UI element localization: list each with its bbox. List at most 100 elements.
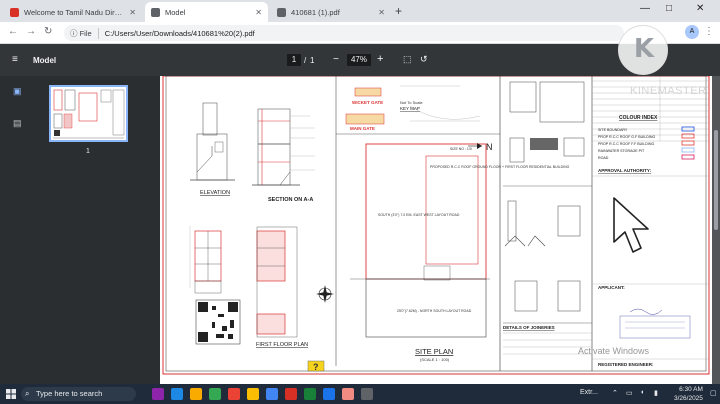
windows-start-icon[interactable] bbox=[6, 389, 16, 399]
tab-favicon bbox=[277, 7, 286, 17]
minimize-button[interactable]: — bbox=[640, 3, 650, 14]
proposed-label: PROPOSED R.C.C ROOF GROUND FLOOR + FIRST… bbox=[430, 165, 570, 169]
volume-icon[interactable]: ◖ bbox=[640, 389, 644, 396]
section-label: SECTION ON A-A bbox=[268, 197, 313, 203]
zoom-in-button[interactable]: + bbox=[377, 53, 383, 65]
road-south-label: SOUTH (3'0") 7.0 EM- EAST WEST LAYOUT RO… bbox=[378, 213, 460, 217]
rotate-icon[interactable]: ↺ bbox=[420, 54, 428, 65]
file-chip[interactable]: ⓘ File bbox=[70, 27, 99, 39]
tab-label: Model bbox=[165, 7, 186, 17]
activate-windows-text: Activate Windows bbox=[578, 346, 650, 356]
page-separator: / bbox=[304, 56, 307, 65]
clock-date: 3/26/2025 bbox=[674, 395, 703, 402]
taskbar-app-icon[interactable] bbox=[304, 388, 316, 400]
tab-model[interactable]: Model ✕ bbox=[145, 2, 268, 22]
tab-pdf[interactable]: 410681 (1).pdf ✕ bbox=[271, 2, 391, 22]
first-floor-plan-drawing bbox=[256, 226, 298, 338]
taskbar-app-icon[interactable] bbox=[152, 388, 164, 400]
tab-favicon bbox=[151, 7, 160, 17]
tab-welcome[interactable]: Welcome to Tamil Nadu Directo ✕ bbox=[4, 2, 142, 22]
main-gate-label: MAIN GATE bbox=[350, 126, 375, 131]
tray-app-label[interactable]: Extr... bbox=[580, 389, 598, 396]
taskbar-app-icon[interactable] bbox=[209, 388, 221, 400]
new-tab-button[interactable]: + bbox=[395, 4, 402, 18]
kinemaster-logo: K bbox=[618, 25, 668, 75]
colour-index-item: SITE BOUNDARY bbox=[598, 128, 628, 132]
maximize-button[interactable]: □ bbox=[666, 3, 672, 14]
page-thumbnail[interactable] bbox=[49, 85, 128, 142]
colour-index-item: RAINWATER STORAGE PIT bbox=[598, 149, 645, 153]
taskbar-app-icon[interactable] bbox=[323, 388, 335, 400]
colour-index-label: COLOUR INDEX bbox=[619, 115, 658, 121]
road-north-label: 25'0"(7.62M) - NORTH SOUTH LAYOUT ROAD bbox=[397, 309, 472, 313]
menu-dots-icon[interactable]: ⋮ bbox=[704, 26, 714, 37]
colour-index-item: ROAD bbox=[598, 156, 609, 160]
battery-icon[interactable]: ▮ bbox=[654, 389, 658, 397]
taskbar-app-icon[interactable] bbox=[171, 388, 183, 400]
chevron-up-icon[interactable]: ⌃ bbox=[612, 389, 618, 397]
close-icon[interactable]: ✕ bbox=[129, 8, 136, 17]
vertical-scrollbar[interactable] bbox=[712, 76, 720, 384]
colour-index-list: SITE BOUNDARY PROP R.C.C ROOF G.F BUILDIN… bbox=[598, 126, 695, 160]
menu-icon[interactable]: ≡ bbox=[12, 54, 18, 65]
network-icon[interactable]: ▭ bbox=[626, 389, 633, 397]
wicket-gate-label: WICKET GATE bbox=[352, 100, 383, 105]
tab-strip: Welcome to Tamil Nadu Directo ✕ Model ✕ … bbox=[0, 0, 720, 22]
colour-swatch bbox=[681, 133, 695, 139]
system-clock[interactable]: 6:30 AM 3/26/2025 bbox=[674, 385, 703, 403]
tab-label: Welcome to Tamil Nadu Directo bbox=[24, 7, 126, 17]
first-floor-plan-label: FIRST FLOOR PLAN bbox=[256, 342, 308, 348]
back-icon[interactable]: ← bbox=[8, 26, 18, 37]
taskbar: ⌕ Type here to search Extr... ⌃ ▭ ◖ ▮ 6:… bbox=[0, 384, 720, 404]
taskbar-app-icon[interactable] bbox=[228, 388, 240, 400]
taskbar-app-icon[interactable] bbox=[342, 388, 354, 400]
key-map bbox=[345, 85, 481, 125]
svg-text:?: ? bbox=[313, 362, 319, 372]
registered-engineer-label: REGISTERED ENGINEER: bbox=[598, 362, 654, 367]
size-note: SIZE NO : 1/0 bbox=[450, 147, 472, 151]
taskbar-app-icon[interactable] bbox=[266, 388, 278, 400]
taskbar-app-icon[interactable] bbox=[247, 388, 259, 400]
engineer-stamp bbox=[619, 308, 691, 339]
thumbnails-icon[interactable]: ▣ bbox=[13, 86, 22, 97]
section-drawing bbox=[252, 108, 315, 186]
avatar[interactable]: A bbox=[685, 25, 699, 39]
elevation-drawing bbox=[190, 102, 235, 181]
close-window-button[interactable]: ✕ bbox=[696, 3, 704, 14]
search-icon: ⌕ bbox=[25, 389, 30, 398]
taskbar-app-icon[interactable] bbox=[190, 388, 202, 400]
ground-floor-plan bbox=[189, 226, 222, 294]
pdf-toolbar: ≡ Model 1 / 1 − 47% + ⬚ ↺ bbox=[0, 44, 720, 76]
mouse-cursor-icon bbox=[613, 197, 649, 253]
page-number-input[interactable]: 1 bbox=[287, 54, 301, 66]
colour-index-item: PROP R.C.C ROOF F.F BUILDING bbox=[598, 142, 654, 146]
close-icon[interactable]: ✕ bbox=[378, 8, 385, 17]
url-text: C:/Users/User/Downloads/410681%20(2).pdf bbox=[104, 28, 255, 38]
colour-swatch bbox=[681, 140, 695, 146]
taskbar-app-icon[interactable] bbox=[361, 388, 373, 400]
approval-authority-label: APPROVAL AUTHORITY: bbox=[598, 168, 652, 173]
notification-icon[interactable]: ▢ bbox=[710, 389, 717, 397]
thumbnail-sidebar: ▣ ▤ 1 bbox=[0, 76, 160, 384]
reload-icon[interactable]: ↻ bbox=[44, 26, 52, 37]
taskbar-search[interactable]: ⌕ Type here to search bbox=[21, 387, 136, 401]
fit-page-icon[interactable]: ⬚ bbox=[403, 54, 412, 65]
taskbar-app-icon[interactable] bbox=[285, 388, 297, 400]
forward-icon[interactable]: → bbox=[26, 26, 36, 37]
thumbnail-preview bbox=[51, 87, 126, 140]
zoom-out-button[interactable]: − bbox=[333, 54, 339, 65]
zoom-input[interactable]: 47% bbox=[347, 54, 371, 66]
colour-swatch bbox=[681, 154, 695, 160]
site-plan-label: SITE PLAN bbox=[415, 347, 453, 356]
qr-code bbox=[195, 299, 241, 345]
details-column bbox=[503, 81, 592, 324]
scrollbar-thumb[interactable] bbox=[714, 130, 718, 230]
page-total: 1 bbox=[310, 56, 315, 65]
omnibox[interactable]: ⓘ File C:/Users/User/Downloads/410681%20… bbox=[64, 25, 624, 41]
outline-icon[interactable]: ▤ bbox=[13, 118, 22, 129]
colour-index-item: PROP R.C.C ROOF G.F BUILDING bbox=[598, 135, 655, 139]
watermark-text: KINEMASTER bbox=[630, 85, 707, 97]
applicant-label: APPLICANT: bbox=[598, 285, 625, 290]
close-icon[interactable]: ✕ bbox=[255, 8, 262, 17]
north-label: N bbox=[486, 142, 493, 152]
